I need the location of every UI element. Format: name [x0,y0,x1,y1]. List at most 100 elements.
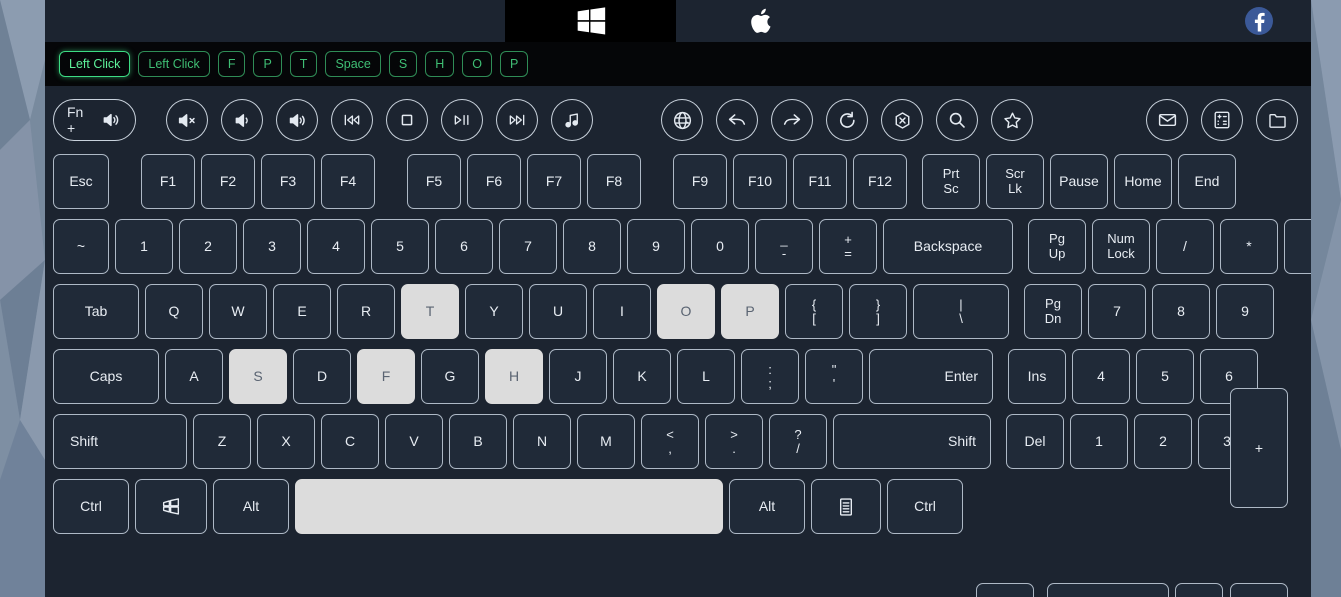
key-0[interactable]: 0 [691,219,749,274]
key-key[interactable]: }] [849,284,907,339]
key-2[interactable]: 2 [1134,414,1192,469]
key-i[interactable]: I [593,284,651,339]
key-f5[interactable]: F5 [407,154,461,209]
key-numlock[interactable]: Num Lock [1092,219,1150,274]
key-f2[interactable]: F2 [201,154,255,209]
stop-button[interactable] [386,99,429,141]
key-h[interactable]: H [485,349,543,404]
my-computer-button[interactable] [1256,99,1299,141]
key-f7[interactable]: F7 [527,154,581,209]
key-o[interactable]: O [657,284,715,339]
key-q[interactable]: Q [145,284,203,339]
key-windows-key-icon[interactable] [135,479,207,534]
key-enter[interactable]: Enter [869,349,993,404]
facebook-icon[interactable] [1245,7,1273,35]
play-pause-button[interactable] [441,99,484,141]
key-key[interactable]: - [1284,219,1311,274]
key-9[interactable]: 9 [627,219,685,274]
mute-button[interactable] [166,99,209,141]
key-8[interactable]: 8 [563,219,621,274]
key-ins[interactable]: Ins [1008,349,1066,404]
key-pgup[interactable]: Pg Up [1028,219,1086,274]
key-t[interactable]: T [401,284,459,339]
key-key[interactable]: ~ [53,219,109,274]
key-f11[interactable]: F11 [793,154,847,209]
numpad-dot-key[interactable]: . [1175,583,1223,597]
key-caps[interactable]: Caps [53,349,159,404]
key-4[interactable]: 4 [307,219,365,274]
key-f6[interactable]: F6 [467,154,521,209]
key-8[interactable]: 8 [1152,284,1210,339]
key-key[interactable]: * [1220,219,1278,274]
space-key[interactable] [295,479,723,534]
media-player-button[interactable] [551,99,594,141]
key-alt[interactable]: Alt [213,479,289,534]
browser-forward-button[interactable] [771,99,814,141]
key-menu-key-icon[interactable] [811,479,881,534]
key-5[interactable]: 5 [371,219,429,274]
key-f8[interactable]: F8 [587,154,641,209]
key-4[interactable]: 4 [1072,349,1130,404]
browser-search-button[interactable] [936,99,979,141]
key-alt[interactable]: Alt [729,479,805,534]
key-key[interactable]: <, [641,414,699,469]
key-y[interactable]: Y [465,284,523,339]
key-u[interactable]: U [529,284,587,339]
key-f10[interactable]: F10 [733,154,787,209]
key-6[interactable]: 6 [435,219,493,274]
key-s[interactable]: S [229,349,287,404]
key-5[interactable]: 5 [1136,349,1194,404]
key-f1[interactable]: F1 [141,154,195,209]
numpad-zero-key[interactable]: 0 [1047,583,1169,597]
key-7[interactable]: 7 [1088,284,1146,339]
key-f12[interactable]: F12 [853,154,907,209]
key-key[interactable]: / [1156,219,1214,274]
key-shift[interactable]: Shift [833,414,991,469]
arrow-up-key[interactable] [976,583,1034,597]
key-ctrl[interactable]: Ctrl [53,479,129,534]
key-backspace[interactable]: Backspace [883,219,1013,274]
browser-stop-button[interactable] [881,99,924,141]
numpad-enter-key[interactable]: Enter [1230,583,1288,597]
key-p[interactable]: P [721,284,779,339]
key-k[interactable]: K [613,349,671,404]
key-key[interactable]: >. [705,414,763,469]
key-prtsc[interactable]: Prt Sc [922,154,980,209]
browser-back-button[interactable] [716,99,759,141]
key-9[interactable]: 9 [1216,284,1274,339]
key-key[interactable]: | \ [913,284,1009,339]
next-track-button[interactable] [496,99,539,141]
key-b[interactable]: B [449,414,507,469]
key-j[interactable]: J [549,349,607,404]
key-pause[interactable]: Pause [1050,154,1108,209]
key-f4[interactable]: F4 [321,154,375,209]
key-tab[interactable]: Tab [53,284,139,339]
key-v[interactable]: V [385,414,443,469]
key-c[interactable]: C [321,414,379,469]
key-shift[interactable]: Shift [53,414,187,469]
key-end[interactable]: End [1178,154,1236,209]
key-scrlk[interactable]: Scr Lk [986,154,1044,209]
key-x[interactable]: X [257,414,315,469]
key-key[interactable]: :; [741,349,799,404]
key-home[interactable]: Home [1114,154,1172,209]
key-ctrl[interactable]: Ctrl [887,479,963,534]
tab-apple[interactable] [676,0,847,42]
browser-home-button[interactable] [661,99,704,141]
key-key[interactable]: _ - [755,219,813,274]
key-esc[interactable]: Esc [53,154,109,209]
key-g[interactable]: G [421,349,479,404]
previous-track-button[interactable] [331,99,374,141]
key-a[interactable]: A [165,349,223,404]
key-d[interactable]: D [293,349,351,404]
calculator-button[interactable] [1201,99,1244,141]
tab-windows[interactable] [505,0,676,42]
key-z[interactable]: Z [193,414,251,469]
key-m[interactable]: M [577,414,635,469]
volume-down-button[interactable] [221,99,264,141]
volume-up-button[interactable] [276,99,319,141]
key-key[interactable]: ? / [769,414,827,469]
key-del[interactable]: Del [1006,414,1064,469]
key-f[interactable]: F [357,349,415,404]
key-f3[interactable]: F3 [261,154,315,209]
